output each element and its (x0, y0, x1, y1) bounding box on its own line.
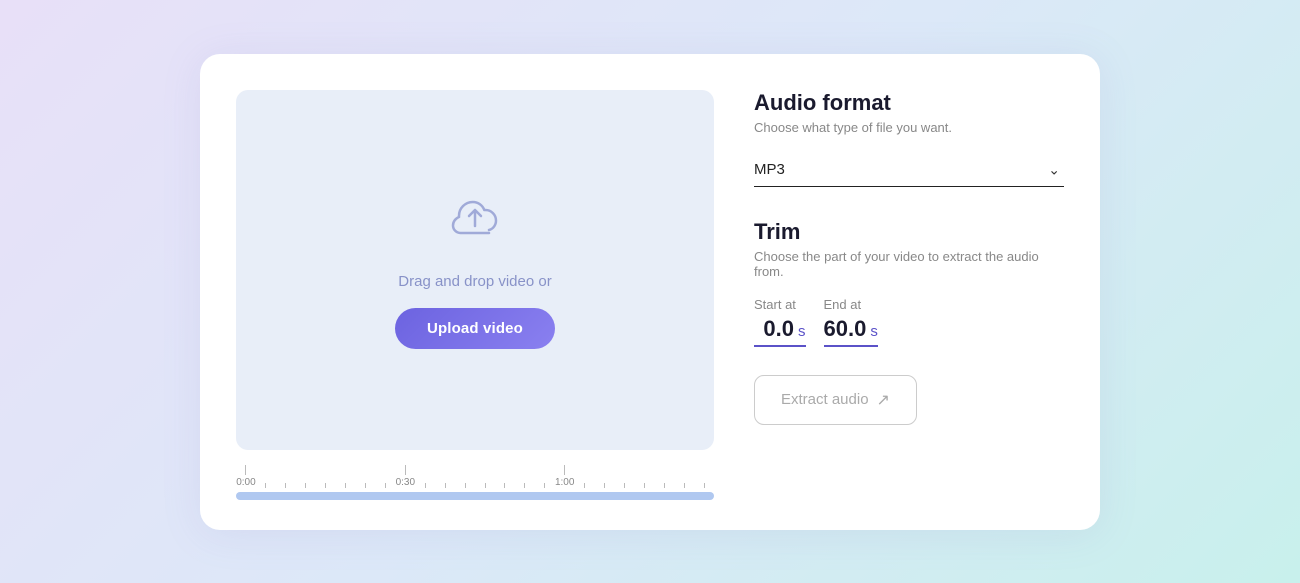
tick-label: 0:00 (236, 477, 255, 488)
upload-cloud-icon (445, 190, 505, 255)
tick-label: 0:30 (396, 477, 415, 488)
ruler-tick (256, 483, 276, 488)
ruler-tick: 1:00 (555, 465, 575, 488)
timeline-ruler: 0:00 0:30 1:00 (236, 466, 714, 488)
trim-title: Trim (754, 219, 1064, 245)
ruler-tick (276, 483, 296, 488)
arrow-icon: ↗ (877, 390, 890, 410)
upload-video-button[interactable]: Upload video (395, 308, 555, 349)
ruler-tick (495, 483, 515, 488)
drop-zone[interactable]: Drag and drop video or Upload video (236, 90, 714, 450)
ruler-ticks: 0:00 0:30 1:00 (236, 465, 714, 488)
audio-format-title: Audio format (754, 90, 1064, 116)
ruler-tick (694, 483, 714, 488)
start-at-unit: s (798, 323, 806, 340)
start-at-value[interactable]: 0.0 (754, 316, 794, 342)
start-at-label: Start at (754, 297, 796, 312)
drag-drop-text: Drag and drop video or (398, 273, 551, 290)
ruler-tick (375, 483, 395, 488)
audio-format-section: Audio format Choose what type of file yo… (754, 90, 1064, 219)
trim-desc: Choose the part of your video to extract… (754, 249, 1064, 279)
ruler-tick (455, 483, 475, 488)
end-at-input-wrap[interactable]: 60.0 s (824, 316, 878, 347)
ruler-tick (356, 483, 376, 488)
timeline-bar[interactable] (236, 492, 714, 500)
ruler-tick (296, 483, 316, 488)
audio-format-desc: Choose what type of file you want. (754, 120, 1064, 135)
timeline-area: 0:00 0:30 1:00 (236, 466, 714, 500)
tick-label: 1:00 (555, 477, 574, 488)
ruler-tick (615, 483, 635, 488)
ruler-tick (316, 483, 336, 488)
ruler-tick (674, 483, 694, 488)
ruler-tick (475, 483, 495, 488)
left-panel: Drag and drop video or Upload video 0:00… (236, 90, 714, 500)
extract-audio-button[interactable]: Extract audio ↗ (754, 375, 917, 425)
extract-audio-label: Extract audio (781, 391, 869, 408)
ruler-tick (415, 483, 435, 488)
right-panel: Audio format Choose what type of file yo… (754, 90, 1064, 500)
trim-section: Trim Choose the part of your video to ex… (754, 219, 1064, 425)
start-at-input-wrap[interactable]: 0.0 s (754, 316, 806, 347)
trim-controls: Start at 0.0 s End at 60.0 s (754, 297, 1064, 347)
main-card: Drag and drop video or Upload video 0:00… (200, 54, 1100, 530)
ruler-tick (595, 483, 615, 488)
ruler-tick (535, 483, 555, 488)
ruler-tick (634, 483, 654, 488)
ruler-tick (515, 483, 535, 488)
start-at-field: Start at 0.0 s (754, 297, 806, 347)
ruler-tick (654, 483, 674, 488)
format-select-wrapper: MP3WAVAACOGGFLAC ⌄ (754, 153, 1064, 187)
format-select[interactable]: MP3WAVAACOGGFLAC (754, 153, 1064, 187)
ruler-tick (435, 483, 455, 488)
end-at-label: End at (824, 297, 862, 312)
end-at-field: End at 60.0 s (824, 297, 878, 347)
ruler-tick: 0:00 (236, 465, 256, 488)
ruler-tick (336, 483, 356, 488)
ruler-tick (575, 483, 595, 488)
end-at-unit: s (870, 323, 878, 340)
end-at-value[interactable]: 60.0 (824, 316, 867, 342)
ruler-tick: 0:30 (395, 465, 415, 488)
